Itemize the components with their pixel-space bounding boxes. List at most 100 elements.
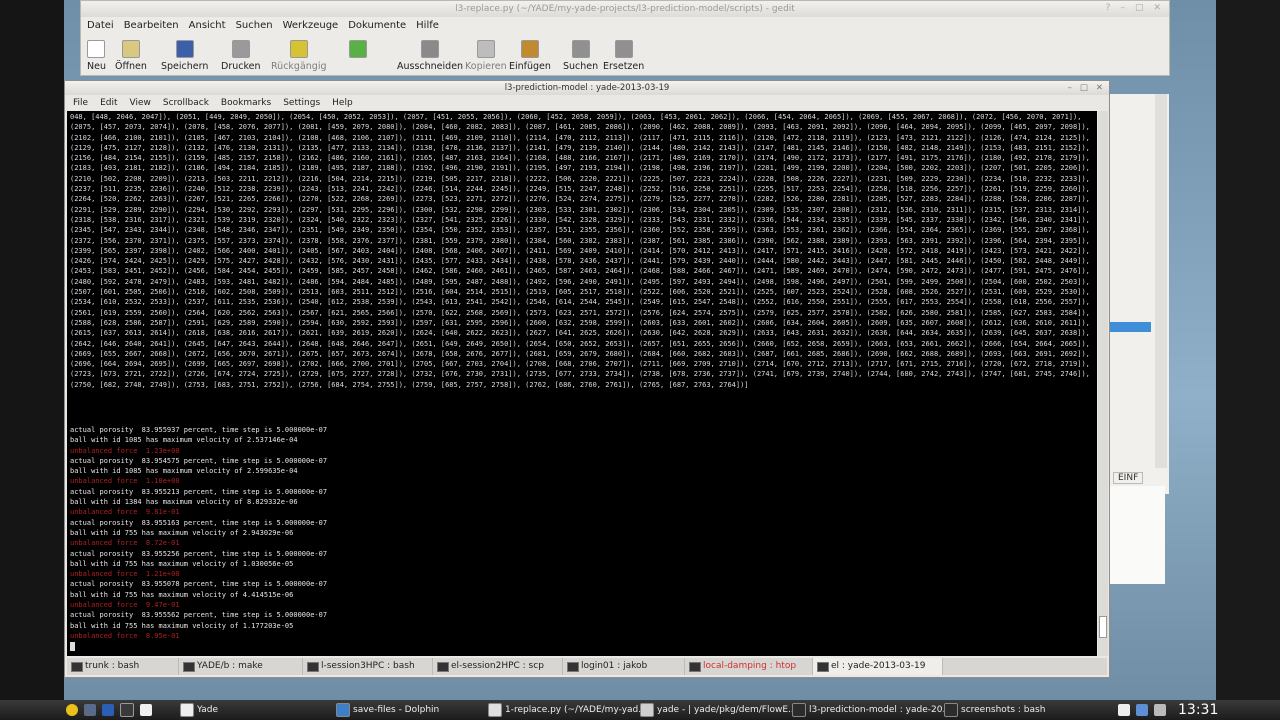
konsole-menu-view[interactable]: View xyxy=(130,96,151,110)
gedit-title: l3-replace.py (~/YADE/my-yade-projects/l… xyxy=(81,1,1169,17)
gedit-side-panel: EINF xyxy=(1104,94,1169,584)
toolbar-r-ckg-ngig-button[interactable]: Rückgängig xyxy=(271,36,327,74)
window-icon xyxy=(336,702,350,717)
toolbar-einf-gen-button[interactable]: Einfügen xyxy=(509,36,551,74)
konsole-tab-el-yade-2013-03-19[interactable]: el : yade-2013-03-19 xyxy=(813,658,943,675)
log-line: ball with id 755 has maximum velocity of… xyxy=(70,528,294,537)
terminal-prompt[interactable] xyxy=(67,641,1097,651)
terminal-tab-icon xyxy=(689,662,701,672)
log-line: unbalanced force 8.72e-01 xyxy=(70,539,180,548)
gedit-menubar: Datei Bearbeiten Ansicht Suchen Werkzeuge Dok… xyxy=(81,18,439,34)
network-icon[interactable] xyxy=(1135,703,1148,716)
gedit-toolbar: Neu Öffnen Speichern Drucken Rückgängig Aussc… xyxy=(81,36,1169,74)
clipboard-icon[interactable] xyxy=(1118,703,1130,716)
konsole-tab-trunk-bash[interactable]: trunk : bash xyxy=(67,658,179,675)
toolbar-ausschneiden-button[interactable]: Ausschneiden xyxy=(397,36,463,74)
cut-icon xyxy=(421,40,440,58)
gedit-menu-ansicht[interactable]: Ansicht xyxy=(189,18,226,34)
scrollbar-thumb[interactable] xyxy=(1099,616,1107,638)
konsole-tab-login01-jakob[interactable]: login01 : jakob xyxy=(563,658,685,675)
undo-icon xyxy=(289,40,308,58)
konsole-menu-file[interactable]: File xyxy=(73,96,88,110)
taskbar-item-label: screenshots : bash xyxy=(961,705,1046,715)
desktop-left-edge xyxy=(0,0,64,700)
taskbar-item-label: yade - | yade/pkg/dem/FlowE... xyxy=(657,705,797,715)
terminal-tab-icon xyxy=(183,662,195,672)
taskbar-item-save-files-dolphin[interactable]: save-files - Dolphin xyxy=(336,702,439,718)
taskbar-item-1-replace-py-yade-my-yad[interactable]: 1-replace.py (~/YADE/my-yad... xyxy=(488,702,647,718)
toolbar-speichern-button[interactable]: Speichern xyxy=(161,36,208,74)
taskbar-item-screenshots-bash[interactable]: screenshots : bash xyxy=(944,702,1045,718)
taskbar-item-label: l3-prediction-model : yade-20... xyxy=(809,705,952,715)
maximize-icon[interactable]: □ xyxy=(1080,81,1088,95)
log-line: actual porosity 83.955163 percent, time … xyxy=(70,518,328,527)
close-icon[interactable]: ✕ xyxy=(1153,3,1161,13)
konsole-menu-help[interactable]: Help xyxy=(332,96,353,110)
toolbar-drucken-button[interactable]: Drucken xyxy=(221,36,261,74)
toolbar-label: Rückgängig xyxy=(271,61,327,72)
minimize-icon[interactable]: – xyxy=(1068,81,1072,95)
gedit-menu-werkzeuge[interactable]: Werkzeuge xyxy=(283,18,339,34)
window-icon xyxy=(180,702,194,717)
toolbar-label: Suchen xyxy=(563,61,599,72)
maximize-icon[interactable]: □ xyxy=(1135,3,1144,13)
system-tray xyxy=(1118,702,1169,718)
toolbar-label: Ersetzen xyxy=(603,61,645,72)
gedit-scrollbar[interactable] xyxy=(1155,94,1167,468)
copy-icon xyxy=(476,40,495,58)
konsole-menu-scrollback[interactable]: Scrollback xyxy=(163,96,209,110)
window-list-icon[interactable] xyxy=(83,703,96,716)
minimize-icon[interactable]: – xyxy=(1120,3,1125,13)
volume-icon[interactable] xyxy=(1153,703,1166,716)
window-icon xyxy=(640,702,654,717)
clock[interactable]: 13:31 xyxy=(1178,700,1218,720)
konsole-menu-settings[interactable]: Settings xyxy=(283,96,320,110)
konsole-menu-edit[interactable]: Edit xyxy=(100,96,117,110)
gedit-menu-dokumente[interactable]: Dokumente xyxy=(348,18,406,34)
app-menu-icon[interactable] xyxy=(66,703,78,716)
tab-label: local-damping : htop xyxy=(703,661,797,671)
terminal-output[interactable]: 048, [448, 2046, 2047]), (2051, [449, 20… xyxy=(67,111,1097,656)
konsole-menu-bookmarks[interactable]: Bookmarks xyxy=(221,96,271,110)
log-line: actual porosity 83.955937 percent, time … xyxy=(70,426,328,434)
log-line: actual porosity 83.954575 percent, time … xyxy=(70,456,328,465)
gedit-menu-hilfe[interactable]: Hilfe xyxy=(416,18,439,34)
close-icon[interactable]: ✕ xyxy=(1096,81,1103,95)
toolbar-label: Öffnen xyxy=(115,61,147,72)
tab-label: YADE/b : make xyxy=(197,661,263,671)
konsole-tab-el-session2hpc-scp[interactable]: el-session2HPC : scp xyxy=(433,658,563,675)
replace-icon xyxy=(614,40,633,58)
taskbar-item-label: Yade xyxy=(197,705,219,715)
konsole-tab-l-session3hpc-bash[interactable]: l-session3HPC : bash xyxy=(303,658,433,675)
toolbar-label: Einfügen xyxy=(509,61,551,72)
gedit-window: l3-replace.py (~/YADE/my-yade-projects/l… xyxy=(80,0,1170,76)
terminal-scrollbar[interactable] xyxy=(1098,111,1108,656)
toolbar-suchen-button[interactable]: Suchen xyxy=(563,36,598,74)
toolbar-ffnen-button[interactable]: Öffnen xyxy=(115,36,147,74)
log-line: actual porosity 83.955256 percent, time … xyxy=(70,549,328,558)
toolbar-kopieren-button[interactable]: Kopieren xyxy=(465,36,507,74)
taskbar-item-yade-yade-pkg-dem-flowe[interactable]: yade - | yade/pkg/dem/FlowE... xyxy=(640,702,797,718)
taskbar-item-yade[interactable]: Yade xyxy=(180,702,218,718)
help-icon[interactable]: ? xyxy=(1106,3,1111,13)
taskbar-item-l3-prediction-model-yade-20[interactable]: l3-prediction-model : yade-20... xyxy=(792,702,951,718)
log-line: ball with id 1384 has maximum velocity o… xyxy=(70,498,298,507)
gedit-menu-bearbeiten[interactable]: Bearbeiten xyxy=(124,18,179,34)
tab-label: login01 : jakob xyxy=(581,661,648,671)
gedit-menu-suchen[interactable]: Suchen xyxy=(236,18,273,34)
gedit-selection-highlight xyxy=(1109,322,1151,332)
konsole-tab-local-damping-htop[interactable]: local-damping : htop xyxy=(685,658,813,675)
konsole-tab-yade-b-make[interactable]: YADE/b : make xyxy=(179,658,303,675)
toolbar-neu-button[interactable]: Neu xyxy=(87,36,106,74)
browser-icon[interactable] xyxy=(101,703,114,716)
terminal-log: actual porosity 83.955937 percent, time … xyxy=(67,425,1097,641)
log-line: actual porosity 83.955078 percent, time … xyxy=(70,580,328,589)
file-icon[interactable] xyxy=(139,703,152,716)
terminal-icon[interactable] xyxy=(119,702,134,717)
gedit-menu-datei[interactable]: Datei xyxy=(87,18,114,34)
toolbar-redo-button[interactable] xyxy=(349,36,367,74)
log-line: unbalanced force 9.81e-01 xyxy=(70,508,180,517)
new-document-icon xyxy=(87,40,106,58)
toolbar-ersetzen-button[interactable]: Ersetzen xyxy=(603,36,644,74)
log-line: unbalanced force 1.10e+00 xyxy=(70,477,180,486)
